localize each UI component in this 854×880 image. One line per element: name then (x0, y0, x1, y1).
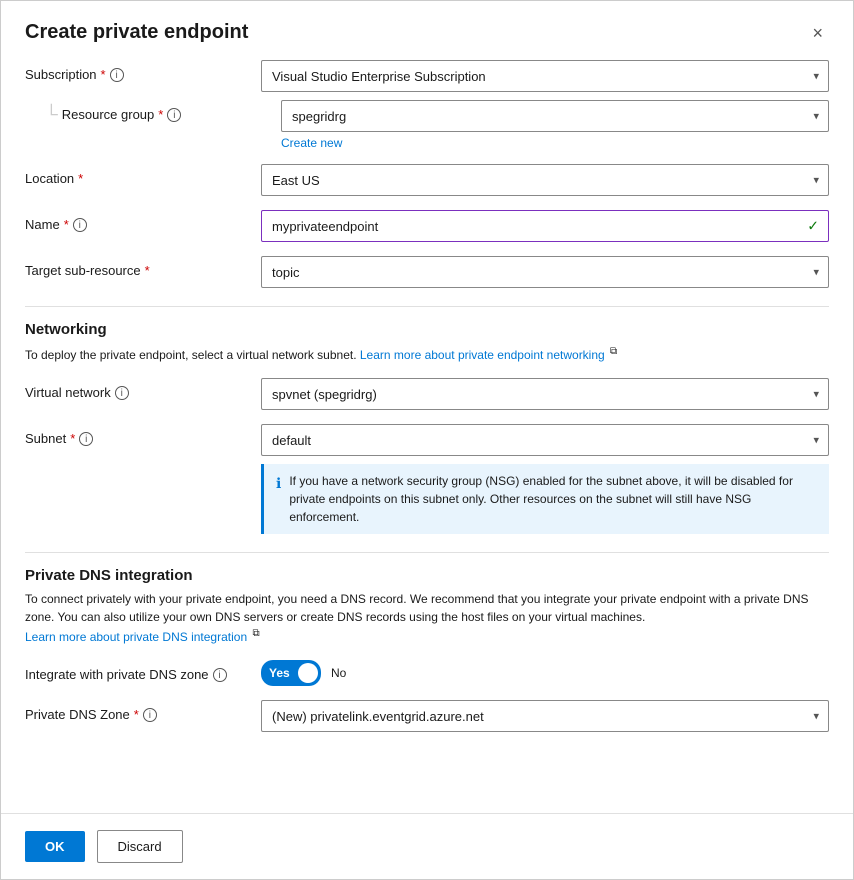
name-label-col: Name * i (25, 210, 245, 232)
subnet-select[interactable]: default (261, 424, 829, 456)
dns-zone-select[interactable]: (New) privatelink.eventgrid.azure.net (261, 700, 829, 732)
dns-zone-label: Private DNS Zone (25, 707, 130, 722)
location-label-col: Location * (25, 164, 245, 186)
subscription-required: * (101, 67, 106, 82)
dns-divider (25, 552, 829, 553)
toggle-yes-label: Yes (261, 666, 290, 680)
dns-zone-label-col: Private DNS Zone * i (25, 700, 245, 722)
virtual-network-label-col: Virtual network i (25, 378, 245, 400)
target-sub-resource-row: Target sub-resource * topic ▾ (25, 256, 829, 288)
discard-button[interactable]: Discard (97, 830, 183, 863)
create-private-endpoint-dialog: Create private endpoint × Subscription *… (0, 0, 854, 880)
dialog-footer: OK Discard (1, 813, 853, 879)
target-sub-resource-label-col: Target sub-resource * (25, 256, 245, 278)
networking-section: Networking To deploy the private endpoin… (25, 321, 829, 364)
virtual-network-label: Virtual network (25, 385, 111, 400)
resource-group-row: └ Resource group * i spegridrg ▾ Create … (25, 100, 829, 150)
nsg-info-text: If you have a network security group (NS… (289, 472, 817, 526)
subscription-select[interactable]: Visual Studio Enterprise Subscription (261, 60, 829, 92)
name-info-icon[interactable]: i (73, 218, 87, 232)
dns-learn-more-link[interactable]: Learn more about private DNS integration (25, 630, 247, 644)
dialog-body: Subscription * i Visual Studio Enterpris… (1, 60, 853, 813)
subnet-select-wrapper: default ▾ (261, 424, 829, 456)
subnet-input-col: default ▾ ℹ If you have a network securi… (261, 424, 829, 534)
toggle-no-label: No (331, 666, 346, 680)
virtual-network-select[interactable]: spvnet (spegridrg) (261, 378, 829, 410)
dns-zone-row: Private DNS Zone * i (New) privatelink.e… (25, 700, 829, 732)
dns-zone-required: * (134, 707, 139, 722)
virtual-network-select-wrapper: spvnet (spegridrg) ▾ (261, 378, 829, 410)
integrate-dns-label-col: Integrate with private DNS zone i (25, 660, 245, 682)
name-input-wrapper: ✓ (261, 210, 829, 242)
subscription-label-col: Subscription * i (25, 60, 245, 82)
subscription-row: Subscription * i Visual Studio Enterpris… (25, 60, 829, 92)
dns-desc: To connect privately with your private e… (25, 590, 829, 646)
virtual-network-info-icon[interactable]: i (115, 386, 129, 400)
integrate-dns-row: Integrate with private DNS zone i Yes No (25, 660, 829, 686)
target-sub-resource-required: * (145, 263, 150, 278)
resource-group-input-col: spegridrg ▾ Create new (281, 100, 829, 150)
target-sub-resource-label: Target sub-resource (25, 263, 141, 278)
integrate-dns-info-icon[interactable]: i (213, 668, 227, 682)
target-sub-resource-select-wrapper: topic ▾ (261, 256, 829, 288)
virtual-network-input-col: spvnet (spegridrg) ▾ (261, 378, 829, 410)
subnet-required: * (70, 431, 75, 446)
subscription-select-wrapper: Visual Studio Enterprise Subscription ▾ (261, 60, 829, 92)
subnet-row: Subnet * i default ▾ ℹ If you have a net… (25, 424, 829, 534)
nsg-info-box: ℹ If you have a network security group (… (261, 464, 829, 534)
dialog-header: Create private endpoint × (1, 1, 853, 60)
nsg-info-icon: ℹ (276, 473, 281, 526)
networking-title: Networking (25, 321, 829, 338)
dialog-title: Create private endpoint (25, 21, 248, 44)
create-new-link[interactable]: Create new (281, 136, 829, 150)
location-row: Location * East US ▾ (25, 164, 829, 196)
name-input-col: ✓ (261, 210, 829, 242)
subnet-info-icon[interactable]: i (79, 432, 93, 446)
location-select-wrapper: East US ▾ (261, 164, 829, 196)
dns-section: Private DNS integration To connect priva… (25, 567, 829, 646)
name-required: * (64, 217, 69, 232)
location-select[interactable]: East US (261, 164, 829, 196)
dns-title: Private DNS integration (25, 567, 829, 584)
resource-group-label: Resource group (62, 107, 155, 122)
networking-divider (25, 306, 829, 307)
toggle-knob (298, 663, 318, 683)
integrate-dns-toggle-container: Yes No (261, 660, 829, 686)
name-label: Name (25, 217, 60, 232)
networking-desc-text: To deploy the private endpoint, select a… (25, 348, 357, 362)
subnet-label-col: Subnet * i (25, 424, 245, 446)
dns-zone-info-icon[interactable]: i (143, 708, 157, 722)
target-sub-resource-select[interactable]: topic (261, 256, 829, 288)
resource-group-select-wrapper: spegridrg ▾ (281, 100, 829, 132)
dns-desc-text: To connect privately with your private e… (25, 592, 809, 624)
subscription-input-col: Visual Studio Enterprise Subscription ▾ (261, 60, 829, 92)
resource-group-required: * (158, 107, 163, 122)
name-input[interactable] (261, 210, 829, 242)
name-row: Name * i ✓ (25, 210, 829, 242)
dns-external-icon: ⧉ (252, 628, 259, 639)
subscription-info-icon[interactable]: i (110, 68, 124, 82)
location-input-col: East US ▾ (261, 164, 829, 196)
close-button[interactable]: × (806, 22, 829, 44)
location-required: * (78, 171, 83, 186)
subscription-label: Subscription (25, 67, 97, 82)
networking-desc: To deploy the private endpoint, select a… (25, 344, 829, 364)
resource-group-select[interactable]: spegridrg (281, 100, 829, 132)
ok-button[interactable]: OK (25, 831, 85, 862)
dns-zone-input-col: (New) privatelink.eventgrid.azure.net ▾ (261, 700, 829, 732)
dns-zone-select-wrapper: (New) privatelink.eventgrid.azure.net ▾ (261, 700, 829, 732)
networking-external-icon: ⧉ (610, 346, 617, 357)
integrate-dns-input-col: Yes No (261, 660, 829, 686)
integrate-dns-toggle[interactable]: Yes (261, 660, 321, 686)
integrate-dns-label: Integrate with private DNS zone (25, 667, 209, 682)
virtual-network-row: Virtual network i spvnet (spegridrg) ▾ (25, 378, 829, 410)
name-check-icon: ✓ (807, 218, 819, 235)
subnet-label: Subnet (25, 431, 66, 446)
networking-learn-more-link[interactable]: Learn more about private endpoint networ… (360, 348, 605, 362)
target-sub-resource-input-col: topic ▾ (261, 256, 829, 288)
location-label: Location (25, 171, 74, 186)
resource-group-label-col: └ Resource group * i (45, 100, 265, 123)
resource-group-info-icon[interactable]: i (167, 108, 181, 122)
